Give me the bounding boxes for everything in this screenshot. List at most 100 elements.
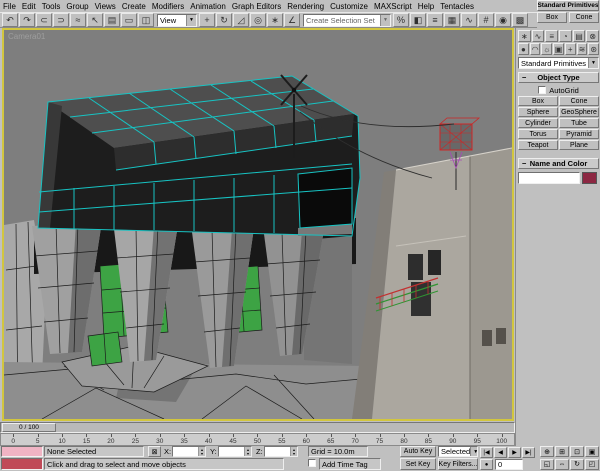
undo-icon[interactable]: ↶ <box>2 13 18 27</box>
select-and-rotate-icon[interactable]: ↻ <box>216 13 232 27</box>
selection-lock-toggle[interactable]: ⊠ <box>148 446 161 457</box>
dropdown-arrow-icon[interactable]: ▼ <box>186 14 196 26</box>
key-selection-combo[interactable]: Selected ▼ <box>438 446 478 457</box>
space-warps-category[interactable]: ≋ <box>576 43 588 55</box>
motion-tab[interactable]: ◔ <box>559 30 572 42</box>
cameras-category[interactable]: ▣ <box>553 43 564 55</box>
frame-tick[interactable]: 75 <box>367 434 391 445</box>
time-slider-handle[interactable]: 0 / 100 <box>2 423 56 432</box>
unlink-selection-icon[interactable]: ⊃ <box>53 13 69 27</box>
frame-tick[interactable]: 0 <box>1 434 25 445</box>
helpers-category[interactable]: + <box>564 43 576 55</box>
palette-box-button[interactable]: Box <box>537 12 567 23</box>
menu-item[interactable]: Views <box>92 1 119 12</box>
geometry-type-dropdown[interactable]: Standard Primitives ▼ <box>518 57 599 69</box>
selected-slab-mesh[interactable] <box>38 76 360 236</box>
name-and-color-rollout[interactable]: − Name and Color <box>518 158 599 169</box>
menu-item[interactable]: Customize <box>327 1 371 12</box>
menu-item[interactable]: Animation <box>187 1 229 12</box>
snaps-toggle-icon[interactable]: ∠ <box>284 13 300 27</box>
dropdown-arrow-icon[interactable]: ▼ <box>470 447 477 456</box>
cylinder-button[interactable]: Cylinder <box>518 118 558 128</box>
pyramid-button[interactable]: Pyramid <box>559 129 599 139</box>
dropdown-arrow-icon[interactable]: ▼ <box>380 14 390 26</box>
z-spinner[interactable]: ▴ ▾ <box>290 447 297 456</box>
frame-tick[interactable]: 90 <box>441 434 465 445</box>
frame-tick[interactable]: 20 <box>99 434 123 445</box>
go-to-start-button[interactable]: |◀ <box>480 447 493 458</box>
add-time-tag-field[interactable]: Add Time Tag <box>319 458 381 470</box>
torus-button[interactable]: Torus <box>518 129 558 139</box>
percent-snap-icon[interactable]: % <box>393 13 409 27</box>
window-crossing-icon[interactable]: ◫ <box>138 13 154 27</box>
frame-tick[interactable]: 45 <box>221 434 245 445</box>
go-to-end-button[interactable]: ▶| <box>522 447 535 458</box>
utilities-tab[interactable]: ⊗ <box>586 30 600 42</box>
previous-frame-button[interactable]: ◀ <box>494 447 507 458</box>
viewport-scene[interactable] <box>3 30 513 420</box>
maxscript-mini-listener[interactable] <box>1 458 43 470</box>
frame-tick[interactable]: 85 <box>416 434 440 445</box>
tube-button[interactable]: Tube <box>559 118 599 128</box>
track-bar[interactable]: 0 5 10 15 20 25 30 35 40 45 50 55 60 65 70 75 80 85 90 95 10… <box>0 433 515 446</box>
pan-button[interactable]: ⇔ <box>555 458 569 470</box>
y-spinner[interactable]: ▴ ▾ <box>244 447 251 456</box>
select-and-move-icon[interactable]: + <box>199 13 215 27</box>
object-color-swatch[interactable] <box>582 171 597 184</box>
select-object-icon[interactable]: ↖ <box>87 13 103 27</box>
menu-item[interactable]: MAXScript <box>371 1 415 12</box>
object-name-input[interactable] <box>518 171 580 184</box>
zoom-region-button[interactable]: ◱ <box>540 458 554 470</box>
reference-coordinate-system-combo[interactable]: View ▼ <box>157 13 197 27</box>
frame-tick[interactable]: 10 <box>50 434 74 445</box>
frame-tick[interactable]: 70 <box>343 434 367 445</box>
frame-tick[interactable]: 55 <box>270 434 294 445</box>
menu-item[interactable]: Modifiers <box>149 1 187 12</box>
menu-item[interactable]: Group <box>63 1 91 12</box>
zoom-button[interactable]: ⊕ <box>540 446 554 457</box>
spinner-down-icon[interactable]: ▾ <box>293 451 295 456</box>
frame-tick[interactable]: 25 <box>123 434 147 445</box>
mirror-icon[interactable]: ◧ <box>410 13 426 27</box>
arc-rotate-button[interactable]: ↻ <box>570 458 584 470</box>
auto-key-button[interactable]: Auto Key <box>400 446 436 457</box>
frame-tick[interactable]: 60 <box>294 434 318 445</box>
dropdown-arrow-icon[interactable]: ▼ <box>588 58 598 68</box>
spinner-down-icon[interactable]: ▾ <box>247 451 249 456</box>
frame-tick[interactable]: 30 <box>148 434 172 445</box>
menu-item[interactable]: Tools <box>39 1 64 12</box>
use-pivot-center-icon[interactable]: ◎ <box>250 13 266 27</box>
schematic-view-icon[interactable]: # <box>478 13 494 27</box>
frame-tick[interactable]: 5 <box>25 434 49 445</box>
menu-item[interactable]: Help <box>415 1 437 12</box>
menu-item[interactable]: Tentacles <box>437 1 477 12</box>
zoom-extents-button[interactable]: ⊡ <box>570 446 584 457</box>
frame-tick[interactable]: 65 <box>318 434 342 445</box>
box-button[interactable]: Box <box>518 96 558 106</box>
spinner-down-icon[interactable]: ▾ <box>201 451 203 456</box>
sphere-button[interactable]: Sphere <box>518 107 558 117</box>
palette-title[interactable]: Standard Primitives <box>537 0 599 11</box>
frame-tick[interactable]: 80 <box>392 434 416 445</box>
play-button[interactable]: ▶ <box>508 447 521 458</box>
menu-item[interactable]: Edit <box>19 1 39 12</box>
camera-viewport[interactable]: Camera01 <box>2 28 514 421</box>
systems-category[interactable]: ⊛ <box>588 43 600 55</box>
y-coord-field[interactable]: ▴ ▾ <box>218 446 252 457</box>
teapot-button[interactable]: Teapot <box>518 140 558 150</box>
set-key-button[interactable]: Set Key <box>400 458 436 470</box>
named-selection-set-combo[interactable]: Create Selection Set ▼ <box>303 13 391 27</box>
key-mode-toggle-button[interactable]: ● <box>480 459 493 470</box>
frame-tick[interactable]: 35 <box>172 434 196 445</box>
align-icon[interactable]: ≡ <box>427 13 443 27</box>
frame-tick[interactable]: 50 <box>245 434 269 445</box>
modify-tab[interactable]: ∿ <box>531 30 545 42</box>
select-and-scale-icon[interactable]: ◿ <box>233 13 249 27</box>
cone-button[interactable]: Cone <box>559 96 599 106</box>
time-tag-checkbox[interactable] <box>308 459 316 467</box>
render-scene-icon[interactable]: ▩ <box>512 13 528 27</box>
frame-tick[interactable]: 100 <box>489 434 513 445</box>
x-spinner[interactable]: ▴ ▾ <box>198 447 205 456</box>
time-slider[interactable]: 0 / 100 <box>0 422 515 433</box>
maxscript-macro-recorder[interactable] <box>1 446 43 457</box>
